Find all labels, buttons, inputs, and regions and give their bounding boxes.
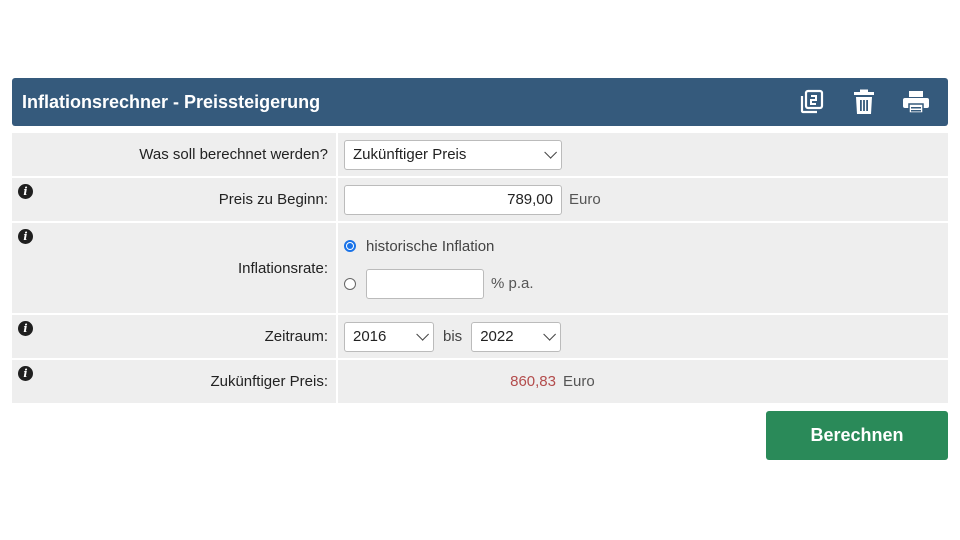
inflation-rate-label: Inflationsrate: (12, 223, 338, 313)
header-toolbar (796, 86, 948, 118)
custom-rate-option[interactable]: % p.a. (344, 268, 534, 299)
period-separator: bis (443, 328, 463, 345)
start-price-value: 789,00 (507, 191, 553, 208)
period-field: 2016 bis 2022 (338, 315, 562, 358)
historic-inflation-label: historische Inflation (366, 237, 495, 255)
calculation-type-field: Zukünftiger Preis (338, 133, 562, 176)
end-year-select[interactable]: 2022 (471, 321, 562, 352)
delete-button[interactable] (848, 86, 880, 118)
custom-rate-radio[interactable] (344, 277, 356, 290)
calculation-type-label: Was soll berechnet werden? (12, 133, 338, 176)
calculator-title: Inflationsrechner - Preissteigerung (22, 91, 321, 112)
form-rows: Was soll berechnet werden? Zukünftiger P… (12, 133, 948, 405)
row-calculation-type: Was soll berechnet werden? Zukünftiger P… (12, 133, 948, 178)
start-year-select[interactable]: 2016 (344, 321, 434, 352)
info-icon[interactable]: i (18, 229, 33, 244)
start-price-input[interactable]: 789,00 (344, 184, 562, 215)
print-icon (903, 91, 929, 114)
calculation-type-value: Zukünftiger Preis (353, 146, 467, 163)
future-price-unit: Euro (563, 373, 595, 390)
future-price-field: 860,83 Euro (338, 360, 595, 403)
custom-rate-input[interactable] (366, 268, 484, 299)
copy-icon (800, 89, 824, 114)
info-icon[interactable]: i (18, 321, 33, 336)
start-price-unit: Euro (569, 191, 601, 208)
inflation-rate-options: historische Inflation % p.a. (338, 223, 534, 313)
historic-inflation-option[interactable]: historische Inflation (344, 238, 534, 255)
calculation-type-select[interactable]: Zukünftiger Preis (344, 139, 562, 170)
calculator-header: Inflationsrechner - Preissteigerung (12, 78, 948, 126)
start-price-field: 789,00 Euro (338, 178, 601, 221)
inflation-calculator: Inflationsrechner - Preissteigerung Was … (12, 78, 948, 405)
info-icon[interactable]: i (18, 184, 33, 199)
historic-inflation-radio[interactable] (344, 240, 356, 252)
print-button[interactable] (900, 86, 932, 118)
row-inflation-rate: i Inflationsrate: historische Inflation … (12, 223, 948, 315)
calculate-button[interactable]: Berechnen (766, 411, 948, 460)
row-period: i Zeitraum: 2016 bis 2022 (12, 315, 948, 360)
start-price-label: Preis zu Beginn: (12, 178, 338, 221)
row-future-price: i Zukünftiger Preis: 860,83 Euro (12, 360, 948, 405)
future-price-label: Zukünftiger Preis: (12, 360, 338, 403)
custom-rate-unit: % p.a. (491, 275, 534, 292)
future-price-value: 860,83 (510, 373, 556, 390)
end-year-value: 2022 (480, 328, 514, 345)
start-year-value: 2016 (353, 328, 387, 345)
trash-icon (854, 89, 874, 114)
chevron-down-icon (416, 328, 429, 341)
info-icon[interactable]: i (18, 366, 33, 381)
copy-button[interactable] (796, 86, 828, 118)
row-start-price: i Preis zu Beginn: 789,00 Euro (12, 178, 948, 223)
period-label: Zeitraum: (12, 315, 338, 358)
chevron-down-icon (543, 328, 557, 341)
chevron-down-icon (544, 146, 557, 159)
